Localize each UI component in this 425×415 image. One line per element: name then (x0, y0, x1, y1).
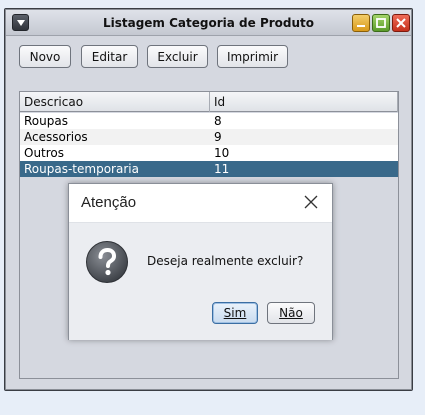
cell-id: 9 (214, 130, 222, 144)
table-row[interactable]: Roupas 8 (20, 113, 398, 129)
cell-descricao: Roupas (24, 114, 68, 128)
nao-label: Não (279, 306, 303, 320)
excluir-button[interactable]: Excluir (147, 45, 208, 68)
sim-label: Sim (223, 306, 247, 320)
editar-button[interactable]: Editar (81, 45, 138, 68)
novo-button[interactable]: Novo (19, 45, 71, 68)
imprimir-button[interactable]: Imprimir (217, 45, 288, 68)
table-row-selected[interactable]: Roupas-temporaria 11 (20, 161, 398, 177)
table-row[interactable]: Acessorios 9 (20, 129, 398, 145)
title-bar[interactable]: Listagem Categoria de Produto (6, 10, 411, 36)
close-button[interactable] (392, 14, 410, 32)
dialog-body: Deseja realmente excluir? Sim Não (69, 222, 332, 340)
cell-descricao: Outros (24, 146, 65, 160)
cell-descricao: Roupas-temporaria (24, 162, 139, 176)
minimize-button[interactable] (352, 14, 370, 32)
cell-id: 11 (214, 162, 230, 176)
table-header: Descricao Id (20, 92, 398, 112)
maximize-button[interactable] (372, 14, 390, 32)
column-header-id[interactable]: Id (210, 92, 398, 112)
cell-descricao: Acessorios (24, 130, 88, 144)
nao-button[interactable]: Não (267, 302, 315, 324)
table-body: Roupas 8 Acessorios 9 Outros 10 Roupas-t… (20, 113, 398, 177)
question-icon (85, 240, 129, 287)
dialog-close-icon[interactable] (303, 194, 319, 210)
column-header-descricao[interactable]: Descricao (20, 92, 210, 112)
confirm-dialog: Atenção Deseja realmente excluir? Sim Nã… (68, 183, 333, 340)
cell-id: 10 (214, 146, 230, 160)
dialog-title: Atenção (81, 194, 137, 211)
dialog-message: Deseja realmente excluir? (147, 254, 304, 268)
window-title: Listagem Categoria de Produto (102, 16, 315, 30)
cell-id: 8 (214, 114, 222, 128)
sim-button[interactable]: Sim (212, 302, 258, 324)
table-row[interactable]: Outros 10 (20, 145, 398, 161)
